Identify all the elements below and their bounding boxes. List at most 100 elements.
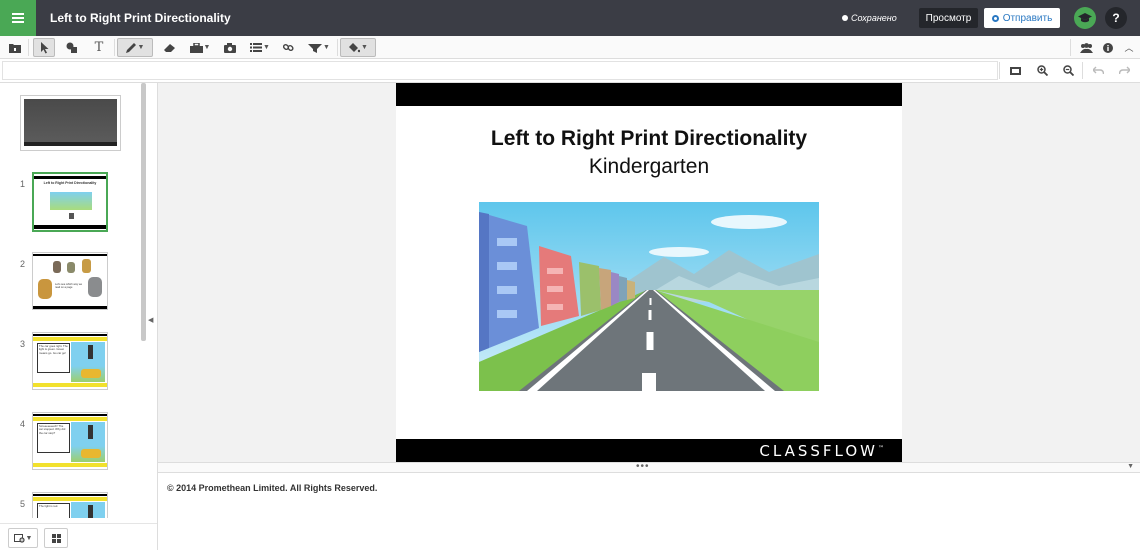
zoom-out-button[interactable]	[1060, 61, 1076, 80]
text-tool-button[interactable]: T	[89, 38, 109, 57]
property-bar[interactable]	[2, 61, 998, 80]
preview-button[interactable]: Просмотр	[919, 8, 978, 28]
thumbnail-number: 5	[20, 499, 26, 509]
main-menu-button[interactable]	[0, 0, 36, 36]
text-icon: T	[94, 40, 104, 55]
chevron-down-icon: ▼	[203, 44, 211, 51]
list-icon	[250, 43, 263, 52]
toolbar-divider	[1070, 39, 1071, 56]
animal-figure	[67, 262, 75, 273]
lesson-title[interactable]: Left to Right Print Directionality	[50, 11, 231, 25]
thumb-text-box: The car goes right. The light is green. …	[37, 343, 70, 373]
animal-figure	[82, 259, 91, 273]
thumbnail-slide-3[interactable]: The car goes right. The light is green. …	[32, 332, 108, 390]
road-illustration[interactable]	[479, 202, 819, 391]
toolbar-divider	[28, 39, 29, 56]
info-icon	[1103, 42, 1113, 53]
open-folder-button[interactable]	[6, 38, 24, 57]
fill-tool-button[interactable]: ▼	[340, 38, 376, 57]
select-pointer-icon	[40, 41, 48, 53]
redo-icon	[1118, 66, 1130, 75]
info-button[interactable]	[1100, 38, 1116, 57]
zoom-in-icon	[1036, 65, 1048, 76]
thumb-bottombar	[34, 225, 106, 229]
toolbar-divider	[114, 39, 115, 56]
thumb-title: Left to Right Print Directionality	[43, 181, 97, 185]
thumb-topbar	[34, 176, 106, 179]
notes-panel[interactable]: © 2014 Promethean Limited. All Rights Re…	[158, 473, 1140, 550]
redo-button[interactable]	[1116, 61, 1132, 80]
thumbnail-slide-2[interactable]: Let's see which way we read on a page	[32, 252, 108, 310]
grid-view-button[interactable]	[44, 528, 68, 548]
chevron-down-icon: ▼	[263, 44, 270, 51]
slide-title[interactable]: Left to Right Print Directionality	[396, 127, 902, 151]
thumbnail-slide-4[interactable]: Screeeeeeech! The car stopped. Why did t…	[32, 412, 108, 470]
slide-top-bar	[396, 83, 902, 106]
toolbox-icon	[189, 42, 203, 53]
animal-figure	[53, 261, 61, 273]
cover-thumbnail-image	[24, 99, 117, 142]
help-button[interactable]: ?	[1105, 7, 1127, 29]
thumbnail-panel-footer: ▼	[0, 523, 157, 550]
traffic-light-icon	[88, 425, 93, 439]
notes-splitter[interactable]: ••• ▼	[158, 461, 1140, 473]
saved-dot-icon	[842, 15, 848, 21]
reveal-icon	[308, 43, 323, 53]
thumb-text-box: Screeeeeeech! The car stopped. Why did t…	[37, 423, 70, 453]
drag-handle-icon[interactable]: •••	[636, 461, 650, 472]
hamburger-icon	[12, 13, 24, 23]
collapse-up-icon: ︿	[1124, 43, 1134, 53]
participants-button[interactable]	[1077, 38, 1095, 57]
copyright-text: © 2014 Promethean Limited. All Rights Re…	[167, 483, 378, 493]
toolbox-button[interactable]: ▼	[187, 38, 213, 57]
saved-status-label: Сохранено	[851, 13, 897, 23]
participants-icon	[1079, 42, 1093, 53]
pen-icon	[125, 43, 136, 53]
camera-button[interactable]	[220, 38, 240, 57]
folder-icon	[9, 43, 21, 53]
thumb-yellow-band	[33, 383, 107, 387]
slide-thumbnail-panel: 1 Left to Right Print Directionality 2 L…	[0, 83, 158, 550]
thumbnail-scrollbar[interactable]	[141, 83, 146, 341]
collapse-panel-left-icon[interactable]: ◀	[148, 316, 153, 324]
cover-thumbnail-bar	[24, 142, 117, 146]
send-button[interactable]: Отправить	[984, 8, 1060, 28]
fit-screen-button[interactable]	[1007, 61, 1023, 80]
thumbnail-list[interactable]: 1 Left to Right Print Directionality 2 L…	[0, 83, 146, 518]
shapes-tool-button[interactable]	[61, 38, 83, 57]
chevron-down-icon: ▼	[137, 44, 145, 51]
toolbar-divider	[337, 39, 338, 56]
thumbnail-slide-5[interactable]: The light is red.	[32, 492, 108, 518]
main-toolbar: T ▼ ▼ ▼ ▼ ▼ ︿	[0, 36, 1140, 59]
reveal-tool-button[interactable]: ▼	[305, 38, 333, 57]
slide-canvas[interactable]: Left to Right Print Directionality Kinde…	[396, 83, 902, 462]
link-button[interactable]	[278, 38, 298, 57]
thumb-bottombar	[33, 306, 107, 309]
send-button-label: Отправить	[1002, 12, 1053, 24]
cover-thumbnail[interactable]	[20, 95, 121, 151]
thumb-image	[50, 192, 92, 210]
thumbnail-slide-1[interactable]: Left to Right Print Directionality	[32, 172, 108, 232]
eraser-tool-button[interactable]	[160, 38, 180, 57]
thumb-yellow-band	[33, 417, 107, 421]
collapse-toolbar-button[interactable]: ︿	[1122, 38, 1136, 57]
zoom-out-icon	[1062, 65, 1074, 76]
chevron-down-icon[interactable]: ▼	[1127, 463, 1134, 470]
bookmark-icon	[69, 213, 74, 219]
select-tool-button[interactable]	[33, 38, 55, 57]
thumb-text-box: The light is red.	[37, 503, 70, 518]
slide-subtitle[interactable]: Kindergarten	[396, 155, 902, 179]
zoom-in-button[interactable]	[1034, 61, 1050, 80]
thumb-yellow-band	[33, 337, 107, 341]
chevron-down-icon: ▼	[323, 44, 330, 51]
secondary-toolbar	[0, 59, 1140, 83]
thumb-topbar	[33, 334, 107, 336]
pen-tool-button[interactable]: ▼	[117, 38, 153, 57]
traffic-light-icon	[88, 345, 93, 359]
fill-bucket-icon	[349, 43, 361, 53]
graduation-cap-button[interactable]	[1074, 7, 1096, 29]
undo-button[interactable]	[1090, 61, 1106, 80]
list-tool-button[interactable]: ▼	[247, 38, 273, 57]
add-slide-button[interactable]: ▼	[8, 528, 38, 548]
thumbnail-number: 4	[20, 419, 26, 429]
